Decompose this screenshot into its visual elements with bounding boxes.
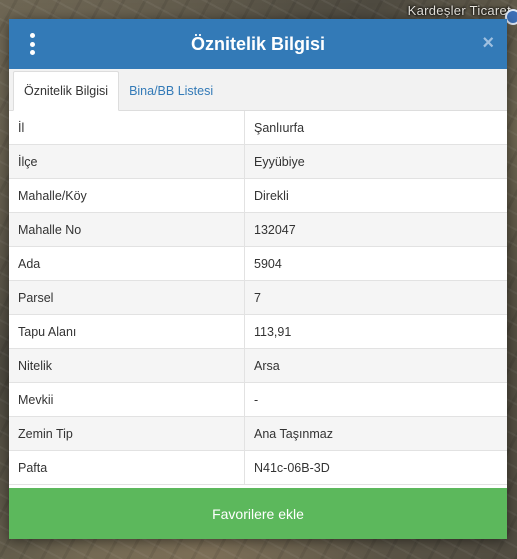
table-row: Zemin Tip Ana Taşınmaz (9, 416, 507, 451)
table-row: Tapu Alanı 113,91 (9, 314, 507, 349)
row-value: Arsa (244, 348, 507, 383)
tab-building-list[interactable]: Bina/BB Listesi (119, 72, 223, 110)
table-row: Mevkii - (9, 382, 507, 417)
tab-attribute-info[interactable]: Öznitelik Bilgisi (13, 71, 120, 111)
row-key: Tapu Alanı (9, 314, 245, 349)
row-key: İl (9, 111, 245, 145)
table-row: Parsel 7 (9, 280, 507, 315)
row-key: Mahalle/Köy (9, 178, 245, 213)
row-key: Pafta (9, 450, 245, 485)
table-row: Nitelik Arsa (9, 348, 507, 383)
row-value: N41c-06B-3D (244, 450, 507, 485)
row-value: Şanlıurfa (244, 111, 507, 145)
table-row: İlçe Eyyübiye (9, 144, 507, 179)
row-value: Eyyübiye (244, 144, 507, 179)
table-row: Ada 5904 (9, 246, 507, 281)
row-value: 132047 (244, 212, 507, 247)
attribute-info-dialog: Öznitelik Bilgisi × Öznitelik Bilgisi Bi… (9, 19, 507, 539)
row-key: Nitelik (9, 348, 245, 383)
row-value: Direkli (244, 178, 507, 213)
row-key: İlçe (9, 144, 245, 179)
add-to-favorites-button[interactable]: Favorilere ekle (9, 488, 507, 539)
row-value: - (244, 382, 507, 417)
attribute-table: İl Şanlıurfa İlçe Eyyübiye Mahalle/Köy D… (9, 111, 507, 485)
close-icon[interactable]: × (482, 32, 494, 54)
table-row: Mahalle No 132047 (9, 212, 507, 247)
table-row: İl Şanlıurfa (9, 111, 507, 145)
map-place-label: Kardeşler Ticaret (407, 3, 511, 18)
row-value: 7 (244, 280, 507, 315)
tab-bar: Öznitelik Bilgisi Bina/BB Listesi (9, 69, 507, 111)
row-key: Mevkii (9, 382, 245, 417)
row-key: Ada (9, 246, 245, 281)
table-row: Pafta N41c-06B-3D (9, 450, 507, 485)
table-row: Mahalle/Köy Direkli (9, 178, 507, 213)
row-value: 5904 (244, 246, 507, 281)
row-value: Ana Taşınmaz (244, 416, 507, 451)
row-key: Mahalle No (9, 212, 245, 247)
dialog-title: Öznitelik Bilgisi (190, 33, 326, 54)
row-key: Parsel (9, 280, 245, 315)
row-key: Zemin Tip (9, 416, 245, 451)
kebab-menu-icon[interactable] (25, 33, 39, 55)
dialog-header: Öznitelik Bilgisi × (9, 19, 507, 69)
row-value: 113,91 (244, 314, 507, 349)
